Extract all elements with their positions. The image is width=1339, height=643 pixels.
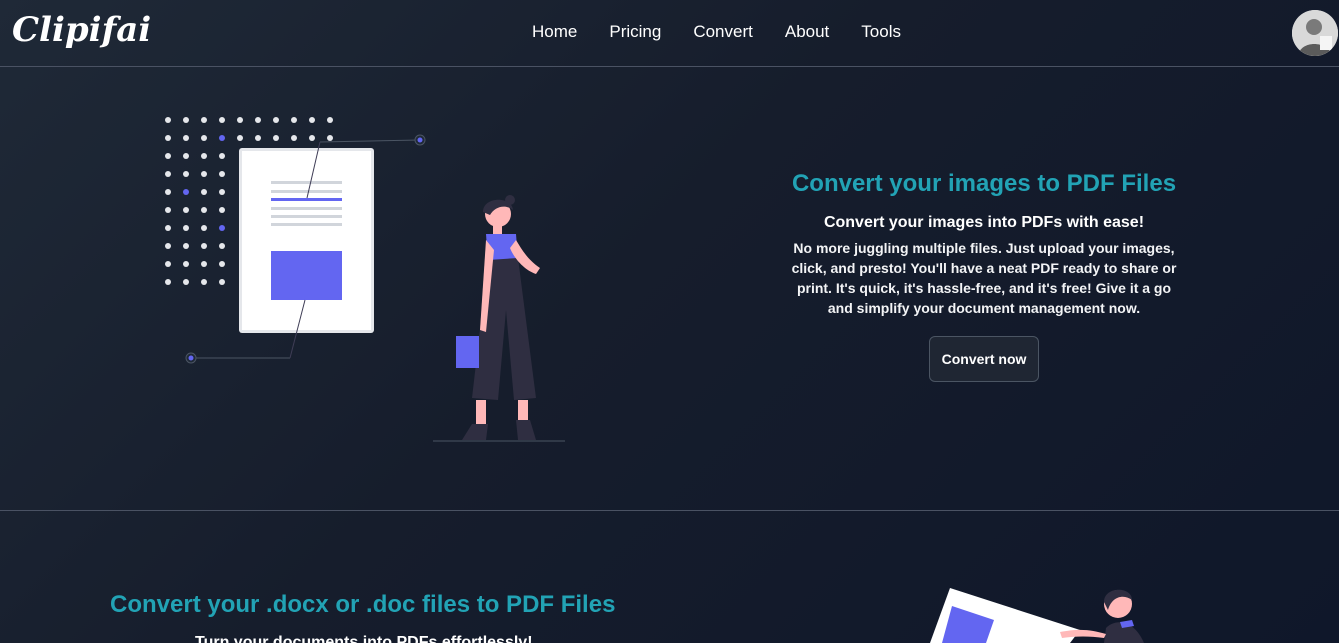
- nav-links: Home Pricing Convert About Tools: [516, 22, 917, 42]
- nav-home-link[interactable]: Home: [516, 22, 593, 42]
- document-person-illustration-2: [930, 588, 1144, 643]
- decor-dot: [309, 135, 315, 141]
- decor-dot: [255, 117, 261, 123]
- navbar: Clipifai Home Pricing Convert About Tool…: [0, 0, 1339, 67]
- decor-dot: [291, 135, 297, 141]
- decor-dot: [219, 207, 225, 213]
- hero-title: Convert your images to PDF Files: [791, 170, 1177, 197]
- hero-illustration: [150, 100, 590, 450]
- decor-dot: [165, 117, 171, 123]
- decor-dot: [165, 207, 171, 213]
- decor-dot: [165, 135, 171, 141]
- avatar-image: [1292, 10, 1338, 56]
- decor-dot: [327, 135, 333, 141]
- decor-dot: [183, 135, 189, 141]
- decor-dot: [219, 135, 225, 141]
- decor-dot: [219, 261, 225, 267]
- decor-dot: [237, 117, 243, 123]
- decor-dot: [309, 117, 315, 123]
- decor-dot: [183, 225, 189, 231]
- decor-dot: [219, 243, 225, 249]
- decor-dot: [201, 117, 207, 123]
- docx-illustration: [920, 580, 1160, 643]
- decor-dot: [201, 189, 207, 195]
- decor-dot: [183, 171, 189, 177]
- decor-dot: [219, 279, 225, 285]
- decor-dot: [183, 261, 189, 267]
- decor-dot: [183, 207, 189, 213]
- section-divider: [0, 510, 1339, 511]
- decor-dot: [165, 171, 171, 177]
- nav-tools-link[interactable]: Tools: [845, 22, 917, 42]
- decor-dot: [201, 225, 207, 231]
- decor-dot: [165, 279, 171, 285]
- decor-dot: [291, 117, 297, 123]
- docx-section-title: Convert your .docx or .doc files to PDF …: [110, 591, 616, 618]
- decor-dot: [201, 261, 207, 267]
- decor-dot: [165, 189, 171, 195]
- hero-section: Convert your images to PDF Files Convert…: [770, 170, 1198, 382]
- hero-description: No more juggling multiple files. Just up…: [791, 240, 1177, 316]
- decor-dot: [201, 279, 207, 285]
- decor-dot: [219, 225, 225, 231]
- docx-section-subtitle: Turn your documents into PDFs effortless…: [195, 634, 533, 643]
- decor-dot: [255, 135, 261, 141]
- decor-dot: [183, 279, 189, 285]
- decor-dot: [183, 117, 189, 123]
- hero-subtitle: Convert your images into PDFs with ease!: [823, 214, 1145, 231]
- decor-dot: [219, 153, 225, 159]
- decor-dot: [237, 135, 243, 141]
- nav-pricing-link[interactable]: Pricing: [593, 22, 677, 42]
- decor-dot: [183, 243, 189, 249]
- logo[interactable]: Clipifai: [12, 10, 151, 50]
- decor-dot: [327, 117, 333, 123]
- decor-dot: [165, 225, 171, 231]
- decor-dot: [273, 135, 279, 141]
- user-avatar[interactable]: [1292, 10, 1338, 56]
- document-person-illustration: [165, 117, 565, 442]
- nav-convert-link[interactable]: Convert: [677, 22, 769, 42]
- decor-dot: [201, 207, 207, 213]
- decor-dot: [273, 117, 279, 123]
- decor-dot: [183, 153, 189, 159]
- decor-dot: [201, 171, 207, 177]
- nav-about-link[interactable]: About: [769, 22, 845, 42]
- decor-dot: [201, 135, 207, 141]
- decor-dot: [165, 243, 171, 249]
- convert-now-button[interactable]: Convert now: [928, 336, 1040, 382]
- decor-dot: [165, 261, 171, 267]
- decor-dot: [219, 117, 225, 123]
- decor-dot: [183, 189, 189, 195]
- decor-dot: [219, 189, 225, 195]
- decor-dot: [201, 243, 207, 249]
- decor-dot: [201, 153, 207, 159]
- decor-dot: [165, 153, 171, 159]
- decor-dot: [219, 171, 225, 177]
